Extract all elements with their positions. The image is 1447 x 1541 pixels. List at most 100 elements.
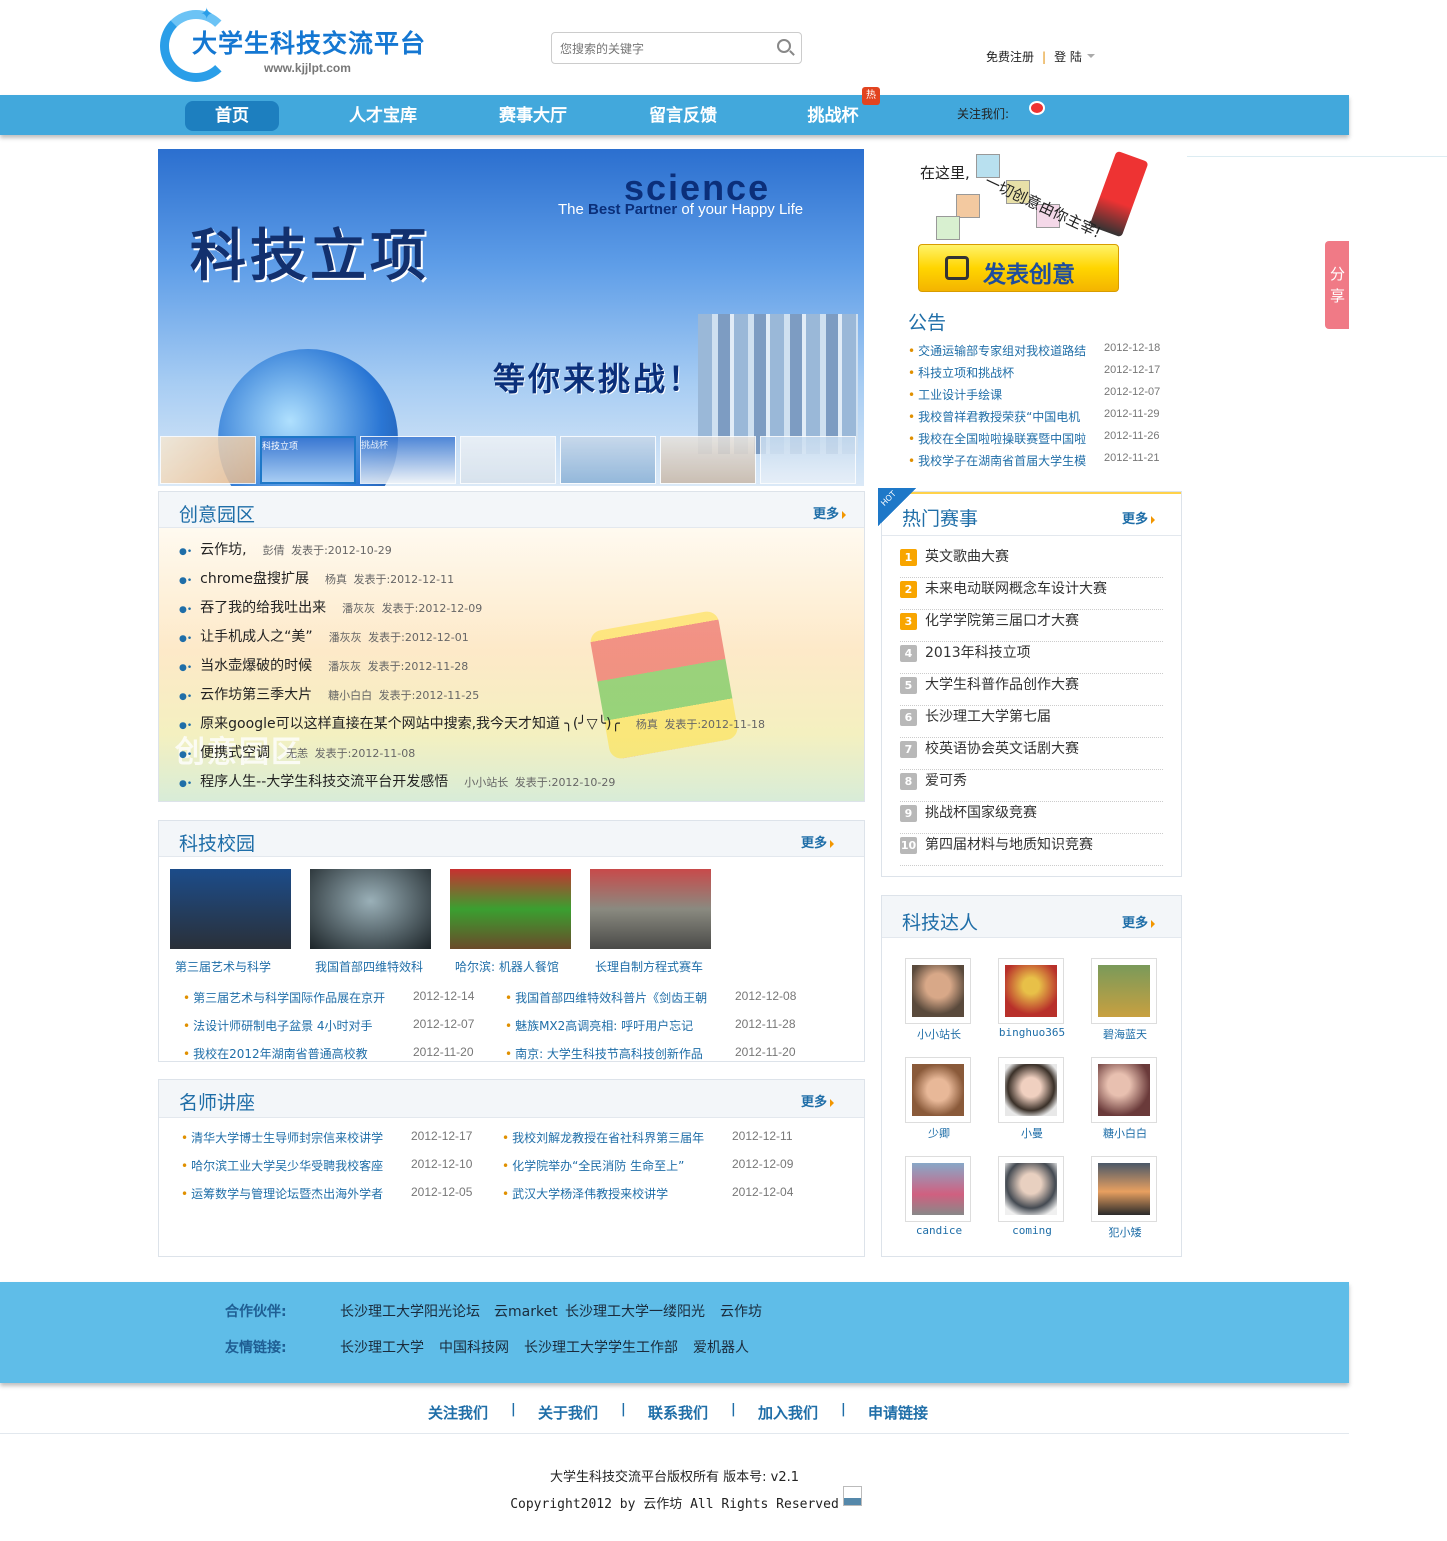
notice-item[interactable]: • 科技立项和挑战杯 2012-12-17 (908, 364, 1168, 381)
nav-feedback[interactable]: 留言反馈 (636, 101, 730, 131)
news-item[interactable]: • 武汉大学杨泽伟教授来校讲学 2012-12-04 (502, 1185, 793, 1202)
notice-item[interactable]: • 我校在全国啦啦操联赛暨中国啦 2012-11-26 (908, 430, 1168, 447)
banner-thumb[interactable] (460, 436, 556, 484)
news-photo[interactable] (590, 869, 711, 949)
list-item[interactable]: ●• 程序人生--大学生科技交流平台开发感悟 小小站长 发表于:2012-10-29 (179, 771, 615, 791)
notice-item[interactable]: • 我校曾祥君教授荣获“中国电机 2012-11-29 (908, 408, 1168, 425)
site-logo[interactable]: ✦ 大学生科技交流平台 www.kjjlpt.com (160, 4, 430, 84)
lecture-panel: 名师讲座 更多 • 清华大学博士生导师封宗信来校讲学 2012-12-17 • 我校刘… (158, 1079, 865, 1257)
list-item[interactable]: ●• 云作坊第三季大片 糖小白白 发表于:2012-11-25 (179, 684, 479, 704)
news-photo[interactable] (170, 869, 291, 949)
expert-card[interactable]: 小小站长 (905, 958, 973, 1048)
share-tab[interactable]: 分享 (1325, 241, 1349, 329)
expert-card[interactable]: 糖小白白 (1091, 1057, 1159, 1147)
expert-card[interactable]: 犯小矮 (1091, 1156, 1159, 1246)
notice-item[interactable]: • 我校学子在湖南省首届大学生模 2012-11-21 (908, 452, 1168, 469)
news-item[interactable]: • 魅族MX2高调亮相: 呼吁用户忘记 2012-11-28 (505, 1017, 796, 1034)
stats-icon[interactable] (843, 1486, 862, 1506)
partner-link[interactable]: 长沙理工大学一缕阳光 (565, 1301, 705, 1321)
register-link[interactable]: 免费注册 (986, 50, 1034, 64)
news-item[interactable]: • 我国首部四维特效科普片《剑齿王朝 2012-12-08 (505, 989, 796, 1006)
search-icon[interactable] (777, 39, 791, 53)
contest-item[interactable]: 4 2013年科技立项 (900, 642, 1163, 674)
weibo-icon[interactable] (1029, 101, 1045, 115)
contest-item[interactable]: 9 挑战杯国家级竞赛 (900, 802, 1163, 834)
more-link[interactable]: 更多 (1122, 912, 1159, 931)
banner-thumb[interactable] (660, 436, 756, 484)
list-item[interactable]: ●• 原来google可以这样直接在某个网站中搜索,我今天才知道 ╮(╯▽╰)╭ 杨… (179, 713, 765, 733)
footer-link-about[interactable]: 关于我们 (538, 1402, 598, 1423)
list-item[interactable]: ●• 云作坊, 彭倩 发表于:2012-10-29 (179, 539, 392, 559)
footer-link-follow[interactable]: 关注我们 (428, 1402, 488, 1423)
photo-caption[interactable]: 哈尔滨: 机器人餐馆 (455, 958, 559, 975)
contest-item[interactable]: 5 大学生科普作品创作大赛 (900, 674, 1163, 706)
list-item[interactable]: ●• 让手机成人之“美” 潘灰灰 发表于:2012-12-01 (179, 626, 469, 646)
friend-link[interactable]: 爱机器人 (693, 1337, 749, 1357)
more-link[interactable]: 更多 (801, 832, 838, 851)
banner-thumb[interactable] (760, 436, 856, 484)
contest-item[interactable]: 6 长沙理工大学第七届 (900, 706, 1163, 738)
banner-thumb[interactable]: 挑战杯 (360, 436, 456, 484)
news-item[interactable]: • 我校刘解龙教授在省社科界第三届年 2012-12-11 (502, 1129, 793, 1146)
nav-talent[interactable]: 人才宝库 (336, 101, 430, 131)
login-link[interactable]: 登 陆 (1054, 50, 1082, 64)
more-link[interactable]: 更多 (813, 503, 850, 522)
photo-caption[interactable]: 第三届艺术与科学 (175, 958, 271, 975)
news-item[interactable]: • 第三届艺术与科学国际作品展在京开 2012-12-14 (183, 989, 474, 1006)
chevron-down-icon[interactable] (1086, 53, 1095, 62)
nav-contests[interactable]: 赛事大厅 (486, 101, 580, 131)
banner-thumb[interactable] (560, 436, 656, 484)
notice-item[interactable]: • 工业设计手绘课 2012-12-07 (908, 386, 1168, 403)
contest-item[interactable]: 10 第四届材料与地质知识竞赛 (900, 834, 1163, 866)
hot-contests-panel: 热门赛事 更多 HOT 1 英文歌曲大赛 2 未来电动联网概念车设计大赛 3 化学学院… (878, 488, 1182, 877)
expert-card[interactable]: binghuo365 (998, 958, 1066, 1048)
contest-item[interactable]: 7 校英语协会英文话剧大赛 (900, 738, 1163, 770)
news-item[interactable]: • 清华大学博士生导师封宗信来校讲学 2012-12-17 (181, 1129, 472, 1146)
news-item[interactable]: • 运筹数学与管理论坛暨杰出海外学者 2012-12-05 (181, 1185, 472, 1202)
list-item[interactable]: ●• 当水壶爆破的时候 潘灰灰 发表于:2012-11-28 (179, 655, 468, 675)
banner-thumb[interactable] (160, 436, 256, 484)
footer-link-apply[interactable]: 申请链接 (868, 1402, 928, 1423)
news-item[interactable]: • 我校在2012年湖南省普通高校教 2012-11-20 (183, 1045, 474, 1062)
banner-thumbnails: 科技立项 挑战杯 (158, 434, 864, 486)
list-item[interactable]: ●• 便携式空调 无恙 发表于:2012-11-08 (179, 742, 415, 762)
list-item[interactable]: ●• 吞了我的给我吐出来 潘灰灰 发表于:2012-12-09 (179, 597, 482, 617)
avatar (1091, 958, 1157, 1024)
contest-item[interactable]: 8 爱可秀 (900, 770, 1163, 802)
expert-card[interactable]: 碧海蓝天 (1091, 958, 1159, 1048)
news-item[interactable]: • 化学院举办“全民消防 生命至上” 2012-12-09 (502, 1157, 793, 1174)
banner-thumb[interactable]: 科技立项 (260, 436, 356, 484)
list-item[interactable]: ●• chrome盘搜扩展 杨真 发表于:2012-12-11 (179, 568, 454, 588)
friend-link[interactable]: 长沙理工大学学生工作部 (524, 1337, 678, 1357)
news-item[interactable]: • 南京: 大学生科技节高科技创新作品 2012-11-20 (505, 1045, 796, 1062)
post-idea-button[interactable]: 发表创意 (918, 244, 1119, 292)
contest-item[interactable]: 3 化学学院第三届口才大赛 (900, 610, 1163, 642)
expert-card[interactable]: 少卿 (905, 1057, 973, 1147)
nav-challenge-cup[interactable]: 挑战杯 (786, 101, 880, 131)
news-photo[interactable] (450, 869, 571, 949)
contest-item[interactable]: 1 英文歌曲大赛 (900, 546, 1163, 578)
search-input[interactable] (560, 39, 760, 59)
notice-item[interactable]: • 交通运输部专家组对我校道路结 2012-12-18 (908, 342, 1168, 359)
nav-home[interactable]: 首页 (185, 101, 279, 131)
news-photo[interactable] (310, 869, 431, 949)
expert-card[interactable]: coming (998, 1156, 1066, 1246)
news-item[interactable]: • 法设计师研制电子盆景 4小时对手 2012-12-07 (183, 1017, 474, 1034)
partner-link[interactable]: 云作坊 (720, 1301, 762, 1321)
partner-link[interactable]: 云market (494, 1301, 558, 1321)
copyright: 大学生科技交流平台版权所有 版本号: v2.1 (549, 1470, 799, 1485)
footer-link-contact[interactable]: 联系我们 (648, 1402, 708, 1423)
friend-link[interactable]: 中国科技网 (439, 1337, 509, 1357)
more-link[interactable]: 更多 (801, 1091, 838, 1110)
photo-caption[interactable]: 长理自制方程式赛车 (595, 958, 703, 975)
more-link[interactable]: 更多 (1122, 508, 1159, 527)
contest-item[interactable]: 2 未来电动联网概念车设计大赛 (900, 578, 1163, 610)
friend-link[interactable]: 长沙理工大学 (340, 1337, 424, 1357)
partner-link[interactable]: 长沙理工大学阳光论坛 (340, 1301, 480, 1321)
photo-caption[interactable]: 我国首部四维特效科 (315, 958, 423, 975)
footer-link-join[interactable]: 加入我们 (758, 1402, 818, 1423)
rubik-cube-image (588, 609, 740, 761)
expert-card[interactable]: 小曼 (998, 1057, 1066, 1147)
news-item[interactable]: • 哈尔滨工业大学吴少华受聘我校客座 2012-12-10 (181, 1157, 472, 1174)
expert-card[interactable]: candice (905, 1156, 973, 1246)
